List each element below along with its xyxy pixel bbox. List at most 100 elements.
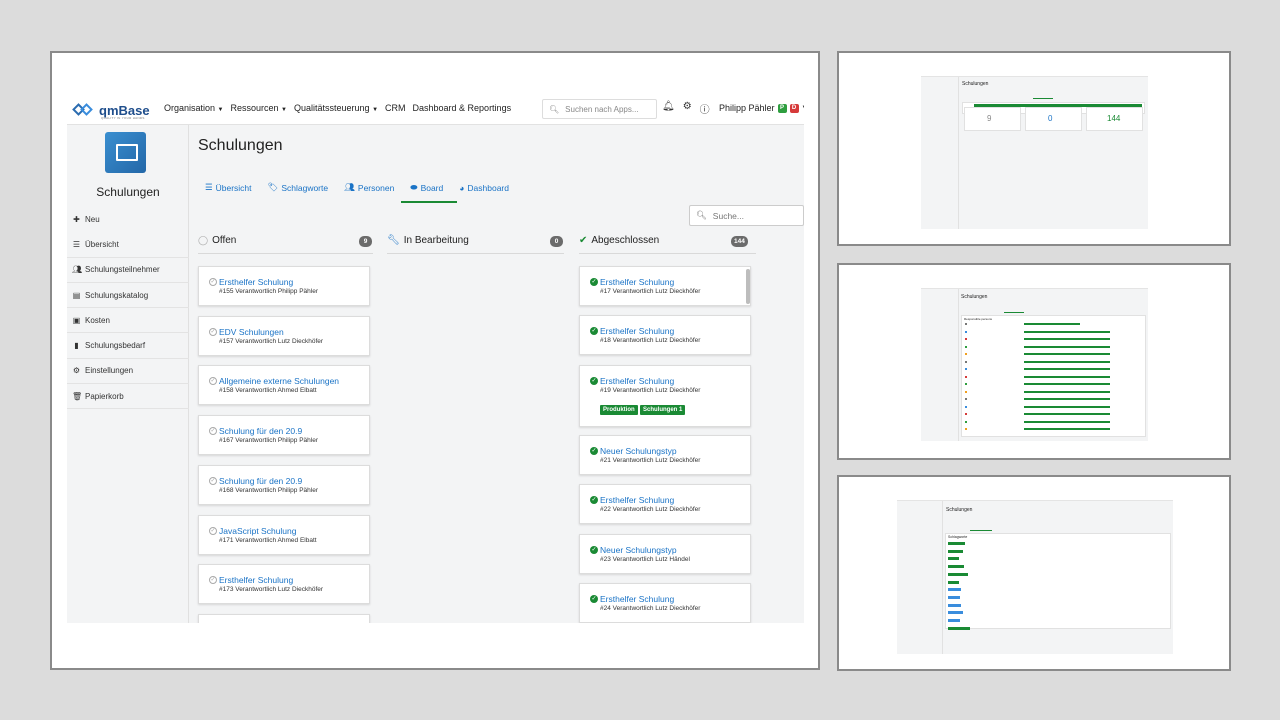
board-card[interactable]: ✓ Neuer Schulungstyp #21 Verantwortlich Lu…: [579, 435, 751, 475]
board-card[interactable]: ✓ Ersthelfer Schulung #19 Verantwortlich L…: [579, 365, 751, 427]
tab-label: Dashboard: [467, 182, 509, 193]
mini-sidebar: [897, 501, 943, 654]
card-title[interactable]: EDV Schulungen: [219, 327, 284, 337]
menu-ressourcen[interactable]: Ressourcen ▼: [231, 103, 288, 113]
mini-person-bar: [1024, 390, 1110, 393]
tab-schlagworte[interactable]: 🏷︎ Schlagworte: [268, 182, 329, 193]
logo[interactable]: qmBase QUALITY IN YOUR HANDS: [72, 102, 150, 120]
sidebar-item-schulungskatalog[interactable]: ▤ Schulungskatalog: [67, 283, 189, 309]
sidebar-item-einstellungen[interactable]: ⚙ Einstellungen: [67, 359, 189, 385]
board-search-placeholder: Suche...: [712, 210, 744, 221]
board-card[interactable]: ✓ Ersthelfer Schulung #18 Verantwortlich L…: [579, 315, 751, 355]
circle-check-outline-icon: ✓: [209, 576, 217, 585]
board-card-partial[interactable]: [198, 614, 370, 623]
sidebar: Schulungen ✚ Neu ☰ Übersicht 👥︎ Schulungste…: [67, 125, 189, 623]
card-title[interactable]: Ersthelfer Schulung: [600, 495, 674, 505]
sidebar-item-label: Schulungsbedarf: [85, 341, 146, 351]
board-card[interactable]: ✓ JavaScript Schulung #171 Verantwortlich …: [198, 514, 370, 555]
mini-topnav: [921, 282, 1148, 289]
mini-tag-badge: [948, 580, 959, 584]
card-title[interactable]: Ersthelfer Schulung: [600, 277, 674, 287]
tab-uebersicht[interactable]: ☰ Übersicht: [205, 182, 252, 193]
mini-page-title: Schulungen: [961, 294, 988, 300]
card-title[interactable]: Neuer Schulungstyp: [600, 446, 677, 456]
card-title[interactable]: Ersthelfer Schulung: [219, 277, 293, 287]
board-card[interactable]: ✓ Schulung für den 20.9 #168 Verantwortlic…: [198, 464, 370, 505]
board-card[interactable]: ✓ Ersthelfer Schulung #173 Verantwortlich …: [198, 564, 370, 605]
menu-organisation[interactable]: Organisation ▼: [164, 103, 224, 113]
thumbnail-schlagworte: Schulungen Schlagworte: [837, 475, 1231, 671]
board-card[interactable]: ✓ Ersthelfer Schulung #17 Verantwortlich L…: [579, 266, 751, 306]
tab-board[interactable]: ⬬ Board: [401, 182, 458, 203]
help-icon[interactable]: ⓘ: [700, 101, 710, 116]
sidebar-item-label: Kosten: [85, 315, 110, 325]
sidebar-item-uebersicht[interactable]: ☰ Übersicht: [67, 232, 189, 258]
user-menu[interactable]: Philipp Pähler P D ▼: [719, 103, 804, 113]
mini-page-title: Schulungen: [946, 507, 973, 513]
circle-check-outline-icon: ✓: [209, 278, 217, 286]
board-search-input[interactable]: 🔍︎ Suche...: [689, 205, 804, 226]
column-count-badge: 0: [550, 236, 563, 247]
board-card[interactable]: ✓ Allgemeine externe Schulungen #158 Veran…: [198, 365, 370, 406]
app-search-input[interactable]: 🔍︎ Suchen nach Apps...: [542, 99, 657, 119]
badge-p: P: [777, 103, 787, 113]
mini-person-bar: [1024, 420, 1110, 423]
gear-icon: ⚙: [72, 366, 81, 376]
mini-person-bar: [1024, 368, 1110, 370]
column-scrollbar[interactable]: [746, 269, 750, 304]
board-card[interactable]: ✓ Neuer Schulungstyp #23 Verantwortlich Lu…: [579, 534, 751, 574]
menu-crm[interactable]: CRM: [385, 103, 406, 113]
tab-dashboard[interactable]: ◕ Dashboard: [459, 182, 509, 193]
board-card[interactable]: ✓ EDV Schulungen #157 Verantwortlich Lutz …: [198, 315, 370, 356]
menu-qualitaetssteuerung[interactable]: Qualitätssteuerung ▼: [294, 103, 378, 113]
badge-d: D: [789, 103, 799, 113]
check-circle-icon: ✓: [590, 327, 598, 335]
card-title[interactable]: Schulung für den 20.9: [219, 426, 302, 436]
board-card[interactable]: ✓ Schulung für den 20.9 #167 Verantwortlic…: [198, 415, 370, 456]
column-divider: [387, 253, 564, 254]
sidebar-item-neu[interactable]: ✚ Neu: [67, 207, 189, 232]
bell-icon[interactable]: 🔔︎: [662, 101, 675, 116]
mini-person-bar: [1024, 375, 1110, 378]
sidebar-item-schulungsteilnehmer[interactable]: 👥︎ Schulungsteilnehmer: [67, 258, 189, 283]
gear-icon[interactable]: ⚙: [683, 101, 692, 116]
caret-down-icon: ▼: [217, 107, 224, 113]
mini-stat-card: [1025, 107, 1082, 131]
sidebar-item-papierkorb[interactable]: 🗑︎ Papierkorb: [67, 384, 189, 410]
check-circle-icon: ✓: [590, 377, 598, 385]
mini-avatar: [965, 353, 967, 355]
mini-avatar: [965, 345, 967, 348]
board-card[interactable]: ✓ Ersthelfer Schulung #155 Verantwortlich …: [198, 266, 370, 306]
card-title[interactable]: Schulung für den 20.9: [219, 476, 302, 486]
wrench-icon: 🔧︎: [387, 235, 400, 246]
check-circle-icon: ✔: [579, 235, 588, 246]
card-title[interactable]: Ersthelfer Schulung: [600, 376, 674, 386]
card-title[interactable]: Allgemeine externe Schulungen: [219, 376, 339, 386]
menu-dashboard-reportings[interactable]: Dashboard & Reportings: [413, 103, 512, 113]
board-icon: ⬬: [410, 182, 418, 192]
user-name: Philipp Pähler: [719, 103, 775, 113]
card-tag: Produktion: [600, 405, 638, 415]
mini-person-bar: [1024, 323, 1080, 325]
check-circle-icon: ✓: [590, 595, 598, 603]
sidebar-item-schulungsbedarf[interactable]: ▮ Schulungsbedarf: [67, 333, 189, 359]
nav-icons: 🔔︎ ⚙ ⓘ: [662, 101, 710, 116]
tab-bar: ☰ Übersicht 🏷︎ Schlagworte 👥︎ Personen ⬬ Boa…: [205, 182, 509, 203]
search-icon: 🔍︎: [549, 104, 560, 114]
card-title[interactable]: Neuer Schulungstyp: [600, 545, 677, 555]
sidebar-item-kosten[interactable]: ▣ Kosten: [67, 308, 189, 334]
mini-person-bar: [1024, 413, 1110, 415]
card-subtitle: #19 Verantwortlich Lutz Dieckhöfer: [600, 387, 701, 394]
mini-stat-value: 144: [1107, 114, 1121, 123]
tab-personen[interactable]: 👥︎ Personen: [344, 182, 394, 193]
card-title[interactable]: JavaScript Schulung: [219, 526, 297, 536]
mini-person-bar: [1024, 345, 1110, 348]
card-title[interactable]: Ersthelfer Schulung: [219, 575, 293, 585]
board-card[interactable]: ✓ Ersthelfer Schulung #24 Verantwortlich L…: [579, 583, 751, 623]
mini-app: Schulungen 9 0 144: [921, 70, 1148, 229]
mini-avatar: [965, 375, 967, 378]
card-title[interactable]: Ersthelfer Schulung: [600, 594, 674, 604]
card-subtitle: #21 Verantwortlich Lutz Dieckhöfer: [600, 457, 701, 464]
card-title[interactable]: Ersthelfer Schulung: [600, 326, 674, 336]
board-card[interactable]: ✓ Ersthelfer Schulung #22 Verantwortlich L…: [579, 484, 751, 524]
